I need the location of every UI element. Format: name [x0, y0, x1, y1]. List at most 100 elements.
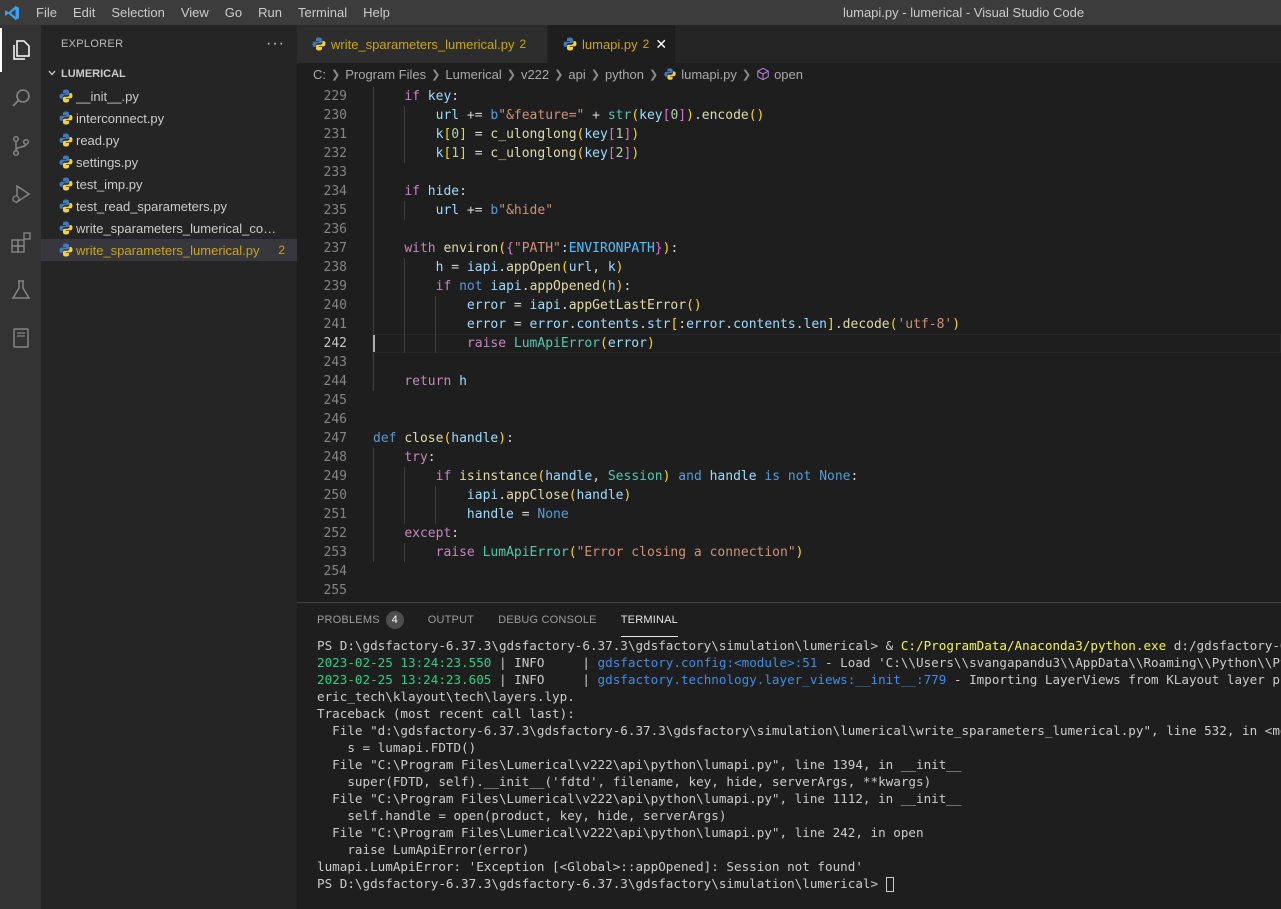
code-line: 244 return h: [297, 372, 1281, 391]
code-text: handle = None: [466, 507, 569, 522]
line-number: 232: [323, 146, 347, 161]
chevron-right-icon: ❯: [431, 68, 441, 81]
tab-label: TERMINAL: [620, 613, 678, 626]
line-number: 255: [323, 583, 347, 598]
code-editor[interactable]: 229 if key: 230 url += b"&feature=" + st…: [297, 87, 1281, 602]
code-line: 250 iapi.appClose(handle): [297, 486, 1281, 505]
breadcrumb-item[interactable]: Lumerical: [445, 67, 501, 82]
log-timestamp: 2023-02-25 13:24:23.550: [317, 655, 492, 670]
file-item[interactable]: settings.py: [41, 151, 297, 173]
menu-go[interactable]: Go: [217, 0, 250, 25]
line-number: 236: [323, 222, 347, 237]
line-number: 245: [323, 393, 347, 408]
file-item[interactable]: write_sparameters_lumerical_compo...: [41, 217, 297, 239]
remote-explorer-icon[interactable]: [0, 316, 41, 360]
vscode-logo-icon[interactable]: [0, 0, 24, 25]
tab-lumapi[interactable]: lumapi.py 2 ✕: [548, 25, 676, 63]
run-debug-icon[interactable]: [0, 172, 41, 216]
chevron-down-icon: [47, 68, 61, 81]
breadcrumb: C: ❯ Program Files ❯ Lumerical ❯ v222 ❯ …: [297, 63, 1281, 85]
line-number: 248: [323, 450, 347, 465]
file-name: settings.py: [76, 154, 139, 170]
code-line: 232 k[1] = c_ulonglong(key[2]): [297, 144, 1281, 163]
folder-lumerical[interactable]: LUMERICAL: [41, 63, 297, 85]
explorer-title: EXPLORER: [61, 38, 124, 50]
code-line: 253 raise LumApiError("Error closing a c…: [297, 543, 1281, 562]
tab-terminal[interactable]: TERMINAL: [620, 603, 678, 637]
tab-write-sparameters[interactable]: write_sparameters_lumerical.py 2: [297, 25, 548, 63]
more-actions-icon[interactable]: ···: [266, 35, 285, 53]
tab-label: write_sparameters_lumerical.py: [331, 36, 515, 52]
file-item[interactable]: interconnect.py: [41, 107, 297, 129]
menu-help[interactable]: Help: [355, 0, 398, 25]
breadcrumb-item[interactable]: C:: [313, 67, 326, 82]
breadcrumb-item[interactable]: open: [774, 67, 803, 82]
line-number: 239: [323, 279, 347, 294]
line-number: 243: [323, 355, 347, 370]
file-name: read.py: [76, 132, 120, 148]
file-item[interactable]: read.py: [41, 129, 297, 151]
file-name: interconnect.py: [76, 110, 165, 126]
terminal-line: self.handle = open(product, key, hide, s…: [317, 808, 727, 823]
breadcrumb-item[interactable]: Program Files: [345, 67, 426, 82]
menu-terminal[interactable]: Terminal: [290, 0, 355, 25]
file-name: test_imp.py: [76, 176, 143, 192]
code-text: if hide:: [404, 184, 467, 199]
extensions-icon[interactable]: [0, 220, 41, 264]
tab-problems[interactable]: PROBLEMS 4: [317, 603, 404, 637]
close-icon[interactable]: ✕: [655, 36, 667, 53]
file-item[interactable]: test_imp.py: [41, 173, 297, 195]
code-line: 231 k[0] = c_ulonglong(key[1]): [297, 125, 1281, 144]
python-file-icon: [311, 36, 327, 52]
line-number: 235: [323, 203, 347, 218]
chevron-right-icon: ❯: [590, 68, 600, 81]
chevron-right-icon: ❯: [741, 68, 752, 81]
file-item[interactable]: test_read_sparameters.py: [41, 195, 297, 217]
file-name: write_sparameters_lumerical_compo...: [76, 220, 285, 236]
log-message: - Load 'C:\\Users\\svangapandu3\\AppData…: [825, 655, 1281, 670]
code-line: 238 h = iapi.appOpen(url, k): [297, 258, 1281, 277]
terminal-prompt: PS D:\gdsfactory-6.37.3\gdsfactory-6.37.…: [317, 638, 901, 653]
file-item[interactable]: write_sparameters_lumerical.py 2: [41, 239, 297, 261]
line-number: 233: [323, 165, 347, 180]
code-text: if not iapi.appOpened(h):: [435, 279, 632, 294]
code-text: k[0] = c_ulonglong(key[1]): [435, 127, 640, 142]
chevron-right-icon: ❯: [331, 68, 341, 81]
code-line: 247 def close(handle):: [297, 429, 1281, 448]
log-source: gdsfactory.config:<module>:51: [597, 655, 818, 670]
line-number: 240: [323, 298, 347, 313]
code-line: 243: [297, 353, 1281, 372]
testing-flask-icon[interactable]: [0, 268, 41, 312]
code-text: error = iapi.appGetLastError(): [466, 298, 702, 313]
terminal-line: 2023-02-25 13:24:23.550 | INFO | gdsfact…: [317, 654, 1281, 671]
line-number: 252: [323, 526, 347, 541]
terminal-line: PS D:\gdsfactory-6.37.3\gdsfactory-6.37.…: [317, 875, 1281, 892]
tab-debug-console[interactable]: DEBUG CONSOLE: [498, 603, 597, 637]
breadcrumb-item[interactable]: python: [605, 67, 644, 82]
search-icon[interactable]: [0, 76, 41, 120]
code-line: 235 url += b"&hide": [297, 201, 1281, 220]
file-name: write_sparameters_lumerical.py: [76, 242, 260, 258]
menu-file[interactable]: File: [28, 0, 65, 25]
terminal-line: s = lumapi.FDTD(): [317, 740, 477, 755]
breadcrumb-item[interactable]: v222: [521, 67, 549, 82]
code-line: 234 if hide:: [297, 182, 1281, 201]
code-text: def close(handle):: [373, 431, 514, 446]
breadcrumb-item[interactable]: api: [568, 67, 585, 82]
tab-output[interactable]: OUTPUT: [428, 603, 474, 637]
menu-edit[interactable]: Edit: [65, 0, 103, 25]
terminal-output[interactable]: PS D:\gdsfactory-6.37.3\gdsfactory-6.37.…: [297, 637, 1281, 892]
explorer-icon[interactable]: [0, 28, 41, 72]
tab-label: lumapi.py: [582, 36, 638, 52]
breadcrumb-item[interactable]: lumapi.py: [681, 67, 737, 82]
source-control-icon[interactable]: [0, 124, 41, 168]
menu-selection[interactable]: Selection: [103, 0, 172, 25]
python-file-icon: [58, 154, 74, 170]
title-bar: File Edit Selection View Go Run Terminal…: [0, 0, 1281, 25]
menu-run[interactable]: Run: [250, 0, 290, 25]
menu-view[interactable]: View: [173, 0, 217, 25]
line-number: 251: [323, 507, 347, 522]
file-item[interactable]: __init__.py: [41, 85, 297, 107]
python-file-icon: [663, 67, 677, 81]
line-number: 234: [323, 184, 347, 199]
